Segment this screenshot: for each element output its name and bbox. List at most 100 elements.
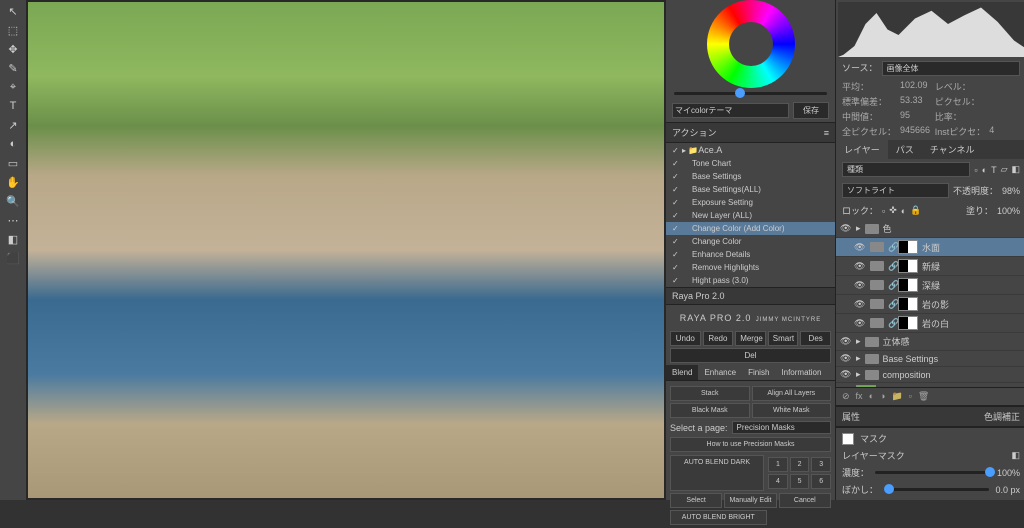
panel-tab[interactable]: パス	[888, 140, 922, 159]
action-item[interactable]: Tone Chart	[666, 157, 835, 170]
action-item[interactable]: Change Color	[666, 235, 835, 248]
raya-button[interactable]: Manually Edit	[724, 493, 776, 508]
raya-tab-enhance[interactable]: Enhance	[698, 365, 742, 380]
action-set[interactable]: ▸ 📁 Ace.A	[666, 143, 835, 157]
auto-blend-bright-button[interactable]: AUTO BLEND BRIGHT	[670, 510, 767, 525]
action-item[interactable]: Hight pass (3.0)	[666, 274, 835, 287]
link-icon[interactable]: ⊘	[842, 391, 850, 402]
action-item[interactable]: New Layer (ALL)	[666, 209, 835, 222]
tool-6[interactable]: ↗	[2, 116, 24, 134]
panel-tab[interactable]: レイヤー	[836, 140, 888, 159]
tool-0[interactable]: ↖	[2, 2, 24, 20]
menu-icon[interactable]: ≡	[824, 128, 829, 138]
visibility-icon[interactable]: 👁	[854, 242, 866, 253]
raya-tab-information[interactable]: Information	[775, 365, 827, 380]
visibility-icon[interactable]: 👁	[840, 353, 852, 364]
layer-item[interactable]: 👁🔗岩の白	[836, 314, 1024, 333]
visibility-icon[interactable]: 👁	[840, 369, 852, 380]
tool-7[interactable]: ◐	[2, 135, 24, 153]
num-button-5[interactable]: 5	[790, 474, 810, 489]
layer-item[interactable]: 👁▸composition	[836, 367, 1024, 383]
action-item[interactable]: Base Settings	[666, 170, 835, 183]
tool-1[interactable]: ⬚	[2, 21, 24, 39]
kind-filter[interactable]: 種類	[842, 162, 970, 177]
lock-icon[interactable]: ◐	[901, 206, 906, 216]
raya-merge-button[interactable]: Merge	[735, 331, 766, 346]
filter-icon[interactable]: ◐	[982, 165, 987, 175]
lock-icon[interactable]: 🔒	[910, 205, 921, 216]
folder-icon[interactable]: 📁	[891, 391, 902, 402]
visibility-icon[interactable]: 👁	[854, 318, 866, 329]
panel-tab[interactable]: チャンネル	[922, 140, 983, 159]
auto-blend-dark-button[interactable]: AUTO BLEND DARK	[670, 455, 764, 491]
num-button-1[interactable]: 1	[768, 457, 788, 472]
tool-8[interactable]: ▭	[2, 154, 24, 172]
raya-del-button[interactable]: Del	[670, 348, 831, 363]
mask-icon[interactable]: ◐	[869, 391, 874, 402]
raya-tab-finish[interactable]: Finish	[742, 365, 775, 380]
blend-mode-select[interactable]: ソフトライト	[842, 183, 949, 198]
canvas-image[interactable]	[28, 2, 664, 498]
fill-value[interactable]: 100%	[997, 206, 1020, 216]
tool-5[interactable]: T	[2, 97, 24, 115]
tool-13[interactable]: ⬛	[2, 249, 24, 267]
tool-11[interactable]: ⋯	[2, 211, 24, 229]
visibility-icon[interactable]: 👁	[854, 261, 866, 272]
action-item[interactable]: Enhance Details	[666, 248, 835, 261]
mask-options-icon[interactable]: ◧	[1011, 450, 1020, 461]
layer-item[interactable]: 👁▸立体感	[836, 333, 1024, 351]
raya-des-button[interactable]: Des	[800, 331, 831, 346]
raya-smart-button[interactable]: Smart	[768, 331, 799, 346]
layer-item[interactable]: 👁🔗水面	[836, 238, 1024, 257]
filter-icon[interactable]: ▱	[1001, 164, 1008, 175]
tool-12[interactable]: ◧	[2, 230, 24, 248]
visibility-icon[interactable]: 👁	[854, 280, 866, 291]
raya-button[interactable]: Select	[670, 493, 722, 508]
layer-item[interactable]: 👁▸Base Settings	[836, 351, 1024, 367]
page-select[interactable]: Precision Masks	[732, 421, 831, 434]
tool-3[interactable]: ✎	[2, 59, 24, 77]
layer-item[interactable]: 👁▸色	[836, 220, 1024, 238]
fx-icon[interactable]: fx	[856, 391, 863, 402]
filter-icon[interactable]: T	[991, 165, 997, 175]
lock-icon[interactable]: ✜	[889, 205, 897, 216]
raya-redo-button[interactable]: Redo	[703, 331, 734, 346]
raya-tab-blend[interactable]: Blend	[666, 365, 698, 380]
raya-undo-button[interactable]: Undo	[670, 331, 701, 346]
action-item[interactable]: Change Color (Add Color)	[666, 222, 835, 235]
visibility-icon[interactable]: 👁	[854, 299, 866, 310]
save-theme-button[interactable]: 保存	[793, 102, 829, 119]
action-item[interactable]: Base Settings(ALL)	[666, 183, 835, 196]
num-button-6[interactable]: 6	[811, 474, 831, 489]
action-item[interactable]: Remove Highlights	[666, 261, 835, 274]
hue-slider[interactable]	[674, 92, 827, 95]
visibility-icon[interactable]: 👁	[840, 223, 852, 234]
action-item[interactable]: Exposure Setting	[666, 196, 835, 209]
tool-9[interactable]: ✋	[2, 173, 24, 191]
layer-item[interactable]: 👁🔗深緑	[836, 276, 1024, 295]
color-wheel[interactable]	[707, 0, 795, 88]
num-button-4[interactable]: 4	[768, 474, 788, 489]
feather-slider[interactable]	[884, 488, 989, 491]
num-button-2[interactable]: 2	[790, 457, 810, 472]
layer-item[interactable]: 👁🔗岩の影	[836, 295, 1024, 314]
theme-name-input[interactable]	[672, 103, 789, 118]
howto-button[interactable]: How to use Precision Masks	[670, 437, 831, 452]
tool-2[interactable]: ✥	[2, 40, 24, 58]
filter-icon[interactable]: ▫	[974, 165, 977, 175]
layer-item[interactable]: 👁🔗新緑	[836, 257, 1024, 276]
lock-icon[interactable]: ▫	[882, 206, 885, 216]
new-layer-icon[interactable]: ▫	[909, 391, 912, 402]
tool-4[interactable]: ⌖	[2, 78, 24, 96]
filter-icon[interactable]: ◧	[1011, 164, 1020, 175]
raya-button[interactable]: Align All Layers	[752, 386, 832, 401]
opacity-value[interactable]: 98%	[1002, 186, 1020, 196]
raya-button[interactable]: Black Mask	[670, 403, 750, 418]
tool-10[interactable]: 🔍	[2, 192, 24, 210]
num-button-3[interactable]: 3	[811, 457, 831, 472]
adjustment-icon[interactable]: ◑	[880, 391, 885, 402]
density-slider[interactable]	[875, 471, 991, 474]
raya-button[interactable]: Stack	[670, 386, 750, 401]
raya-button[interactable]: White Mask	[752, 403, 832, 418]
source-select[interactable]: 画像全体	[882, 61, 1020, 76]
